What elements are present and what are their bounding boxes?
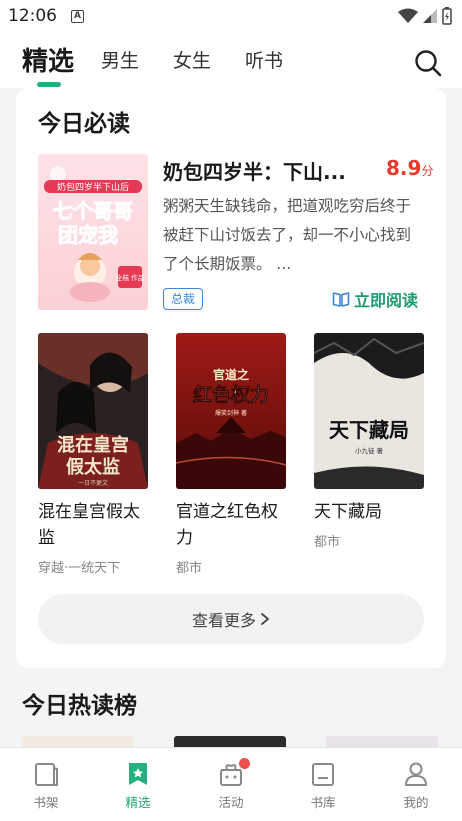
view-more-button[interactable]: 查看更多 <box>38 594 424 644</box>
read-now-label: 立即阅读 <box>354 291 419 310</box>
book-cover-author: 一日不更文 <box>78 479 108 487</box>
featured-cover-art: 奶包四岁半下山后 七个哥哥 团宠我 全糕 作品 <box>38 154 148 310</box>
featured-genre-tag[interactable]: 总裁 <box>163 288 204 310</box>
featured-book-cover[interactable]: 奶包四岁半下山后 七个哥哥 团宠我 全糕 作品 <box>38 154 148 310</box>
book-cover-title: 天下藏局 <box>329 418 409 442</box>
book-cover-title2: 红色权力 <box>193 383 269 406</box>
hot-book-thumb[interactable] <box>22 736 134 747</box>
nav-label: 书库 <box>310 795 336 810</box>
tab-male[interactable]: 男生 <box>101 46 139 73</box>
book-cover[interactable]: 天下藏局 小九徒 著 <box>314 333 424 489</box>
book-card[interactable]: 混在皇宫 假太监 一日不更文 混在皇宫假太监 穿越·一统天下 <box>38 333 150 576</box>
book-title: 官道之红色权力 <box>176 502 278 548</box>
book-card[interactable]: 官道之 红色权力 爆笑剑神 著 官道之红色权力 都市 <box>176 333 288 576</box>
open-book-icon <box>332 292 350 307</box>
status-icons <box>398 7 452 25</box>
wifi-icon <box>398 8 418 23</box>
book-title: 天下藏局 <box>314 502 382 522</box>
nav-library[interactable]: 书库 <box>293 760 353 811</box>
nav-bookshelf[interactable]: 书架 <box>16 760 76 811</box>
nav-activity[interactable]: 活动 <box>201 758 261 811</box>
hot-book-thumb[interactable] <box>174 736 286 747</box>
featured-book-description: 粥粥天生缺钱命，把道观吃穷后终于被赶下山讨饭去了，却一不小心找到了个长期饭票。 … <box>163 197 412 273</box>
book-genre: 都市 <box>314 535 341 550</box>
featured-score: 8.9分 <box>386 156 433 180</box>
battery-icon <box>442 7 452 25</box>
book-cover-art: 天下藏局 小九徒 著 <box>314 333 424 489</box>
book-cover[interactable]: 官道之 红色权力 爆笑剑神 著 <box>176 333 286 489</box>
section-title-today: 今日必读 <box>38 111 130 137</box>
book-cover-art: 混在皇宫 假太监 一日不更文 <box>38 333 148 489</box>
featured-cover-tagline: 奶包四岁半下山后 <box>57 181 129 193</box>
book-cover-author: 爆笑剑神 著 <box>215 409 247 417</box>
book-cover-title: 混在皇宫 <box>57 434 129 456</box>
nav-label: 活动 <box>218 795 244 810</box>
content-area[interactable]: 今日必读 奶包四岁半下山后 七个哥哥 团宠我 全糕 作品 奶包四岁半：下山... <box>0 88 462 747</box>
tab-female[interactable]: 女生 <box>173 46 211 73</box>
score-unit: 分 <box>421 164 434 178</box>
library-icon <box>312 763 334 786</box>
hot-book-thumb[interactable] <box>326 736 438 747</box>
nav-featured[interactable]: 精选 <box>108 760 168 811</box>
notification-icon: A <box>71 9 84 23</box>
bookshelf-icon <box>35 763 58 786</box>
status-bar: 12:06 A <box>0 0 462 32</box>
view-more-label: 查看更多 <box>191 611 256 630</box>
nav-label: 书架 <box>33 795 59 810</box>
today-must-read-card: 今日必读 奶包四岁半下山后 七个哥哥 团宠我 全糕 作品 奶包四岁半：下山... <box>16 88 446 668</box>
read-now-button[interactable]: 立即阅读 <box>332 287 418 311</box>
tab-featured[interactable]: 精选 <box>22 41 74 78</box>
book-cover-title2: 假太监 <box>66 456 120 478</box>
featured-book-title[interactable]: 奶包四岁半：下山... <box>163 156 363 185</box>
book-genre: 都市 <box>176 561 203 576</box>
book-cover[interactable]: 混在皇宫 假太监 一日不更文 <box>38 333 148 489</box>
section-title-hot: 今日热读榜 <box>22 693 137 719</box>
book-card[interactable]: 天下藏局 小九徒 著 天下藏局 都市 <box>314 333 426 550</box>
top-nav: 精选 男生 女生 听书 <box>0 32 462 88</box>
book-title: 混在皇宫假太监 <box>38 502 140 548</box>
featured-icon <box>129 763 147 785</box>
score-value: 8.9 <box>386 156 422 180</box>
book-cover-title: 官道之 <box>213 367 249 382</box>
profile-icon <box>405 762 427 786</box>
tab-audiobook[interactable]: 听书 <box>245 46 283 73</box>
featured-cover-title1: 七个哥哥 <box>53 199 133 223</box>
nav-label: 精选 <box>125 795 151 810</box>
nav-label: 我的 <box>403 795 429 810</box>
notification-badge <box>239 758 250 769</box>
chevron-right-icon <box>261 613 269 625</box>
active-tab-indicator <box>37 82 61 87</box>
search-icon[interactable] <box>414 49 442 77</box>
featured-cover-stamp: 全糕 作品 <box>116 273 144 282</box>
book-cover-author: 小九徒 著 <box>355 446 384 455</box>
book-genre: 穿越·一统天下 <box>38 561 121 576</box>
status-time: 12:06 <box>8 6 57 26</box>
nav-profile[interactable]: 我的 <box>386 760 446 811</box>
featured-cover-title2: 团宠我 <box>58 223 118 247</box>
signal-icon <box>423 9 437 23</box>
bottom-nav: 书架 精选 活动 书库 我的 <box>0 747 462 821</box>
book-cover-art: 官道之 红色权力 爆笑剑神 著 <box>176 333 286 489</box>
